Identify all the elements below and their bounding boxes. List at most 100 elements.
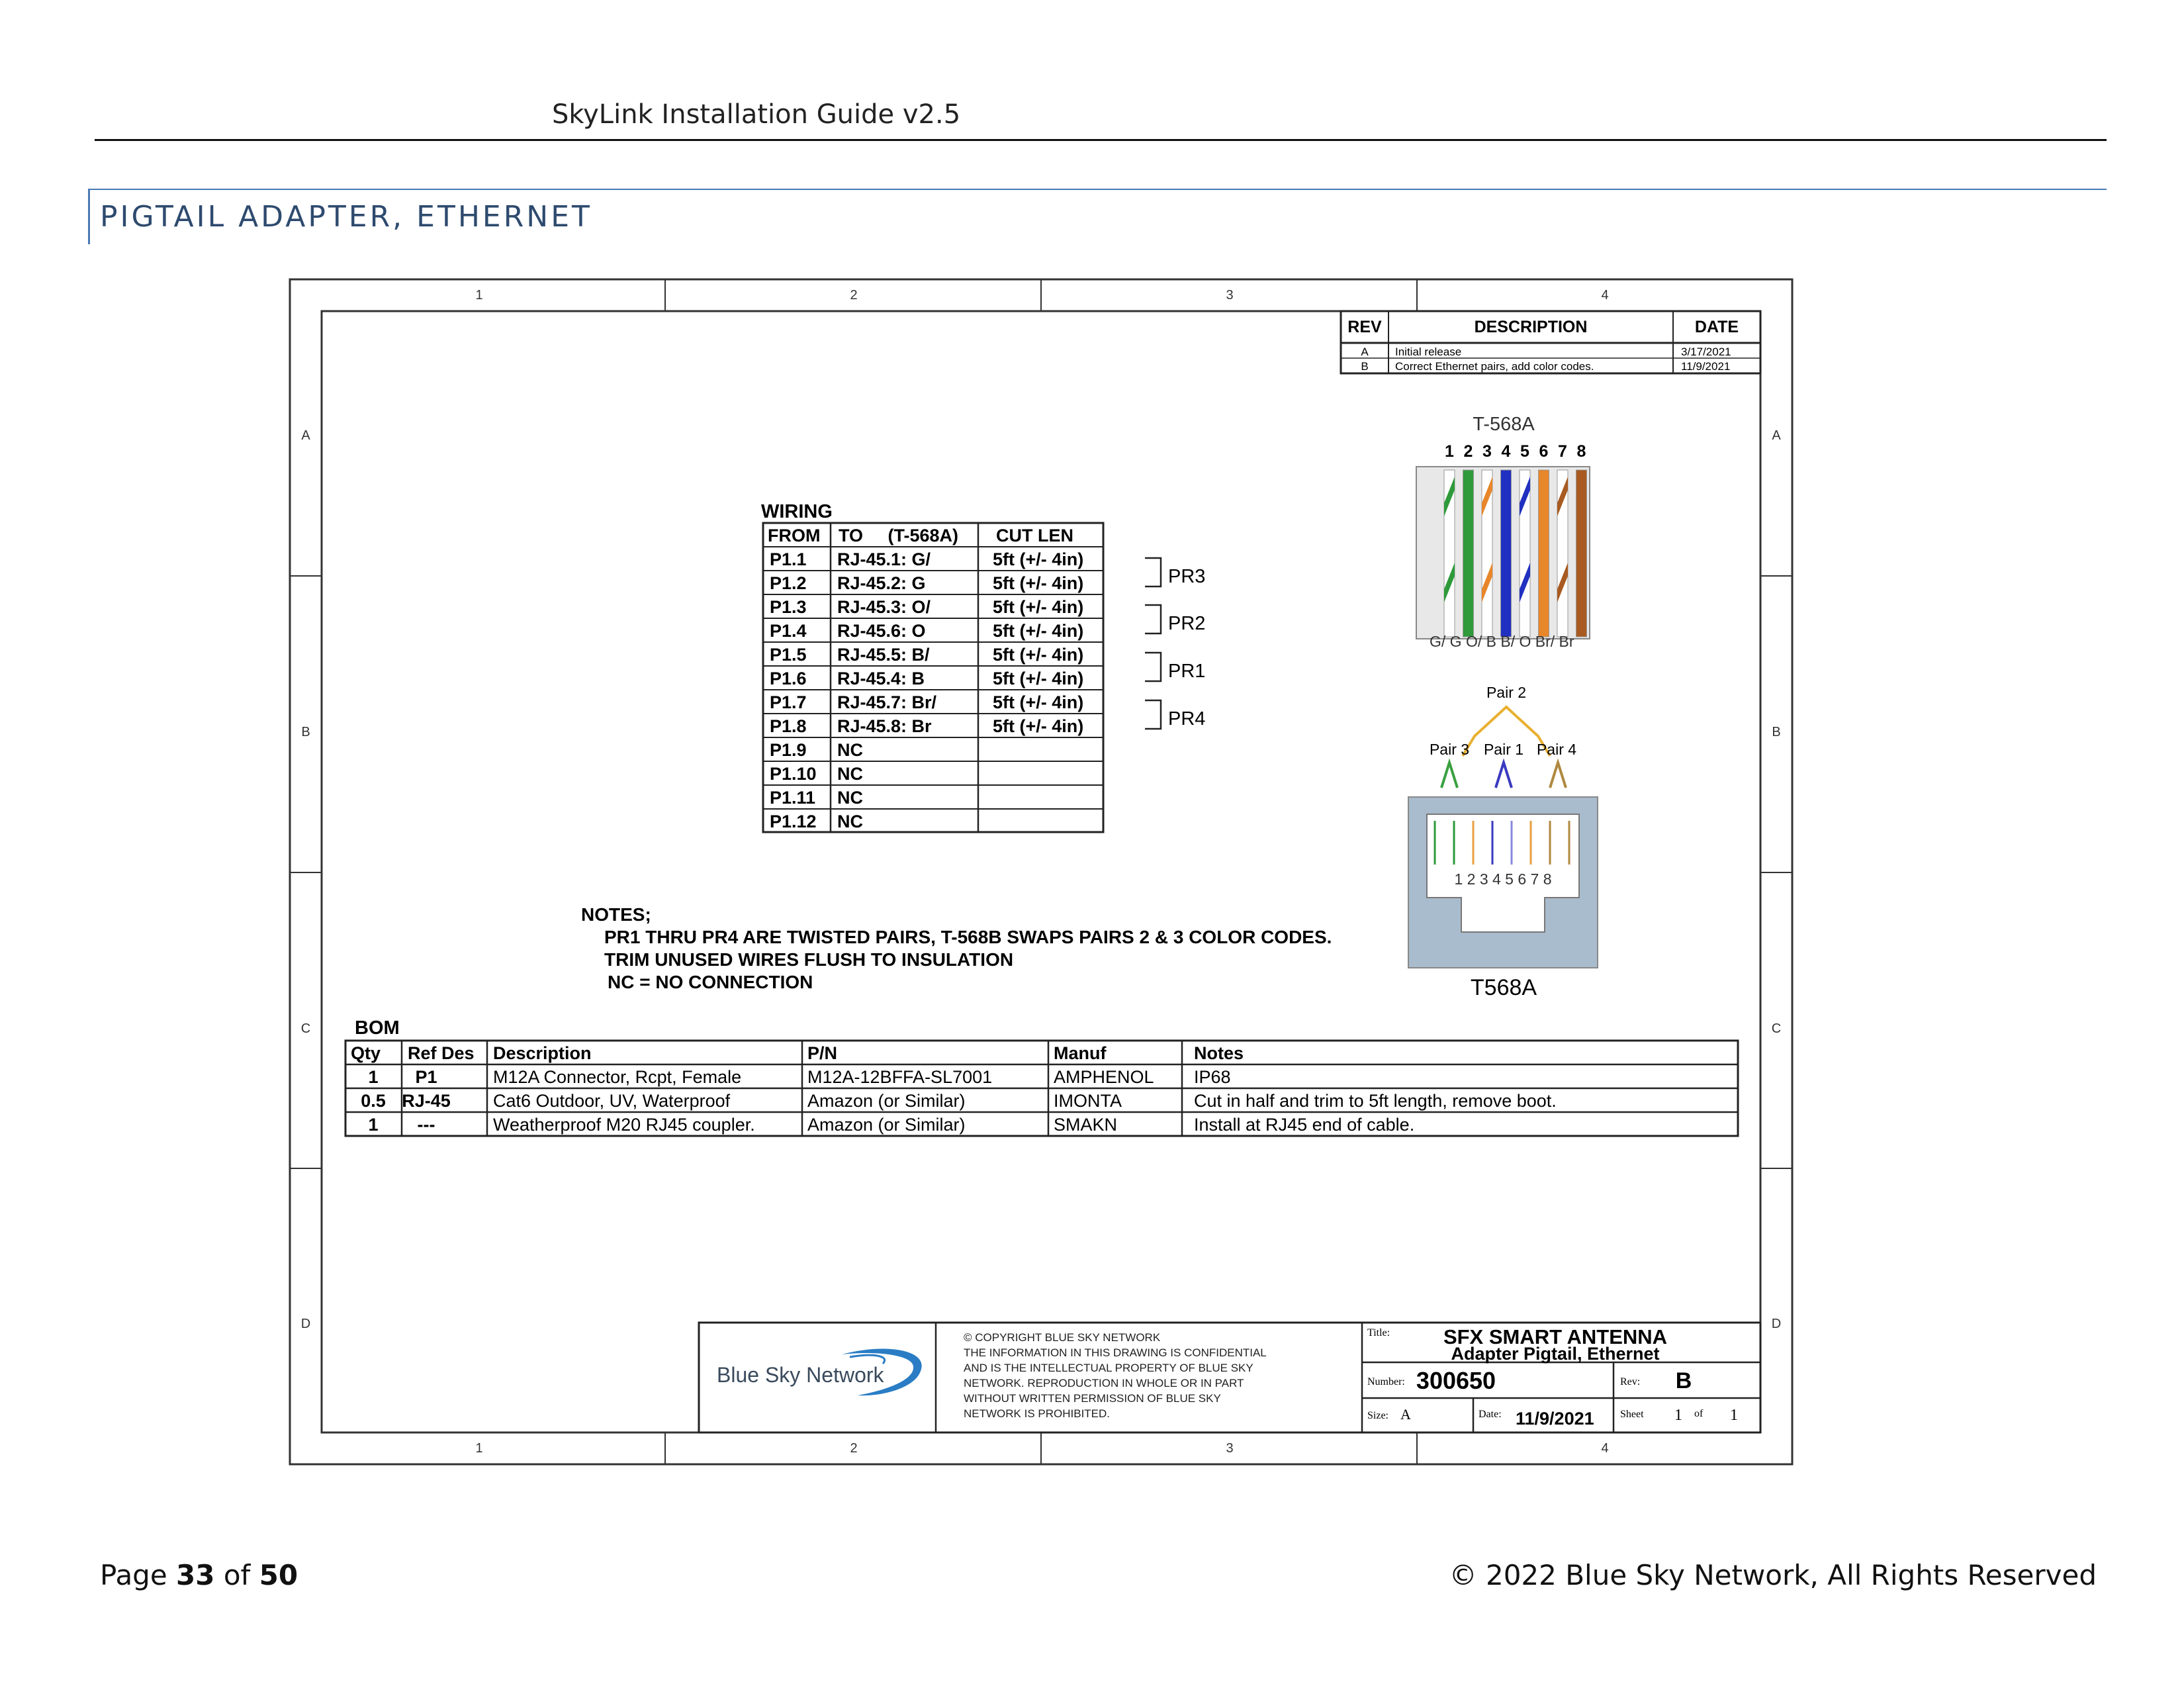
bom-cell: Install at RJ45 end of cable. <box>1194 1115 1414 1135</box>
bom-cell: Cut in half and trim to 5ft length, remo… <box>1194 1091 1557 1111</box>
number-label: Number: <box>1367 1376 1405 1387</box>
notes-line-3: NC = NO CONNECTION <box>608 972 813 992</box>
wiring-cell: 5ft (+/- 4in) <box>993 645 1083 665</box>
wiring-cell: 5ft (+/- 4in) <box>993 621 1083 641</box>
page-number: Page 33 of 50 <box>100 1559 298 1591</box>
sheet-label: Sheet <box>1620 1409 1644 1420</box>
rj45-jack-diagram: Pair 2 Pair 3 Pair 1 Pair 4 1 2 3 4 5 6 … <box>1408 684 1598 1000</box>
notes-line-2: TRIM UNUSED WIRES FLUSH TO INSULATION <box>604 949 1013 970</box>
bom-cell: RJ-45 <box>402 1091 451 1111</box>
t568a-color-diagram: T-568A 12345678 G/ G O/ B B/ O Br/ Br <box>1416 414 1590 650</box>
header-rule <box>95 139 2107 141</box>
zone-col-4-bottom: 4 <box>1601 1441 1608 1456</box>
wiring-cell: P1.8 <box>770 716 807 736</box>
wiring-title: WIRING <box>761 501 833 522</box>
bom-cell: 0.5 <box>361 1091 386 1111</box>
title-line-2: Adapter Pigtail, Ethernet <box>1451 1344 1659 1364</box>
zone-row-d-left: D <box>301 1317 310 1331</box>
footer-copyright: © 2022 Blue Sky Network, All Rights Rese… <box>1449 1559 2097 1591</box>
wiring-cell: P1.3 <box>770 597 807 617</box>
rev-b-letter: B <box>1361 360 1368 373</box>
rev-label: Rev: <box>1620 1376 1640 1387</box>
bom-header-pn: P/N <box>807 1043 837 1063</box>
notes-line-1: PR1 THRU PR4 ARE TWISTED PAIRS, T-568B S… <box>604 927 1332 947</box>
rev-a-description: Initial release <box>1395 346 1461 358</box>
bom-header-refdes: Ref Des <box>408 1043 475 1063</box>
wiring-cell: P1.9 <box>770 740 807 760</box>
wiring-cell: RJ-45.3: O/ <box>837 597 931 617</box>
section-top-rule <box>88 189 2107 190</box>
bom-cell: 1 <box>368 1067 378 1087</box>
wire <box>1576 469 1587 637</box>
rev-b-date: 11/9/2021 <box>1681 360 1730 373</box>
wiring-cell: P1.7 <box>770 692 807 712</box>
wiring-cell: RJ-45.7: Br/ <box>837 692 937 712</box>
drawing-number: 300650 <box>1416 1367 1496 1394</box>
sheet-total: 1 <box>1730 1407 1738 1424</box>
pin-number: 1 <box>1445 442 1454 461</box>
copyright-line-4: NETWORK. REPRODUCTION IN WHOLE OR IN PAR… <box>964 1377 1244 1389</box>
notes: NOTES; PR1 THRU PR4 ARE TWISTED PAIRS, T… <box>581 904 1332 992</box>
zone-col-1-top: 1 <box>475 288 482 303</box>
wiring-cell: 5ft (+/- 4in) <box>993 692 1083 712</box>
engineering-drawing: 1 2 3 4 1 2 3 4 A B C D A B C D REV DESC… <box>289 278 1794 1466</box>
bom-header-manuf: Manuf <box>1054 1043 1107 1063</box>
rev-header-description: DESCRIPTION <box>1475 318 1588 336</box>
jack-caption: T568A <box>1471 975 1537 1000</box>
jack-pair2-label: Pair 2 <box>1486 684 1526 701</box>
bom-header-notes: Notes <box>1194 1043 1244 1063</box>
drawing-date: 11/9/2021 <box>1516 1409 1594 1429</box>
page-prefix: Page <box>100 1559 177 1591</box>
zone-col-2-top: 2 <box>850 288 857 303</box>
size-label: Size: <box>1367 1410 1388 1421</box>
wiring-cell: NC <box>837 788 863 808</box>
title-block: Blue Sky Network © COPYRIGHT BLUE SKY NE… <box>698 1321 1762 1434</box>
wiring-cell: P1.4 <box>770 621 807 641</box>
pin-number: 3 <box>1482 442 1492 461</box>
bom-header-description: Description <box>493 1043 592 1063</box>
wiring-cell: P1.2 <box>770 573 807 593</box>
bom-cell: IMONTA <box>1054 1091 1122 1111</box>
wiring-cell: RJ-45.4: B <box>837 669 925 688</box>
bom-cell: Amazon (or Similar) <box>807 1091 966 1111</box>
wire <box>1500 469 1512 637</box>
copyright-line-6: NETWORK IS PROHIBITED. <box>964 1407 1110 1420</box>
zone-row-b-left: B <box>301 725 310 739</box>
pin-number: 2 <box>1464 442 1473 461</box>
bom-cell: P1 <box>415 1067 437 1087</box>
wiring-cell: P1.1 <box>770 549 807 569</box>
wiring-header-cut-len: CUT LEN <box>996 526 1073 545</box>
zone-col-3-bottom: 3 <box>1226 1441 1233 1456</box>
sheet-of-label: of <box>1694 1408 1704 1419</box>
zone-col-3-top: 3 <box>1226 288 1233 303</box>
wiring-cell: 5ft (+/- 4in) <box>993 573 1083 593</box>
drawing-rev: B <box>1676 1368 1692 1393</box>
wiring-cell: 5ft (+/- 4in) <box>993 716 1083 736</box>
wiring-cell: RJ-45.2: G <box>837 573 926 593</box>
wiring-cell: NC <box>837 740 863 760</box>
rev-b-description: Correct Ethernet pairs, add color codes. <box>1395 360 1594 373</box>
pin-number: 4 <box>1502 442 1511 461</box>
pin-number: 8 <box>1577 442 1586 461</box>
wiring-cell: RJ-45.5: B/ <box>837 645 930 665</box>
pin-number: 7 <box>1558 442 1567 461</box>
logo-text: Blue Sky Network <box>717 1363 885 1387</box>
notes-title: NOTES; <box>581 904 651 925</box>
bom-cell: 1 <box>368 1115 378 1135</box>
pair-label-pr4: PR4 <box>1168 708 1205 729</box>
wiring-header-to: TO (T-568A) <box>839 526 958 545</box>
zone-row-b-right: B <box>1772 725 1780 739</box>
pin-number: 6 <box>1539 442 1549 461</box>
title-label: Title: <box>1367 1327 1390 1338</box>
zone-row-a-left: A <box>301 428 310 443</box>
wiring-cell: P1.6 <box>770 669 807 688</box>
page-current: 33 <box>176 1559 215 1591</box>
section-left-bar <box>88 189 90 244</box>
document-header-title: SkyLink Installation Guide v2.5 <box>552 99 961 130</box>
jack-pair1-label: Pair 1 <box>1484 741 1524 758</box>
bom-cell: Cat6 Outdoor, UV, Waterproof <box>493 1091 731 1111</box>
pair-label-pr3: PR3 <box>1168 566 1205 587</box>
revision-table: REV DESCRIPTION DATE A Initial release 3… <box>1340 310 1762 375</box>
bom-table: BOM Qty Ref Des Description P/N Manuf No… <box>344 1017 1739 1137</box>
blue-sky-network-logo: Blue Sky Network <box>717 1348 922 1396</box>
